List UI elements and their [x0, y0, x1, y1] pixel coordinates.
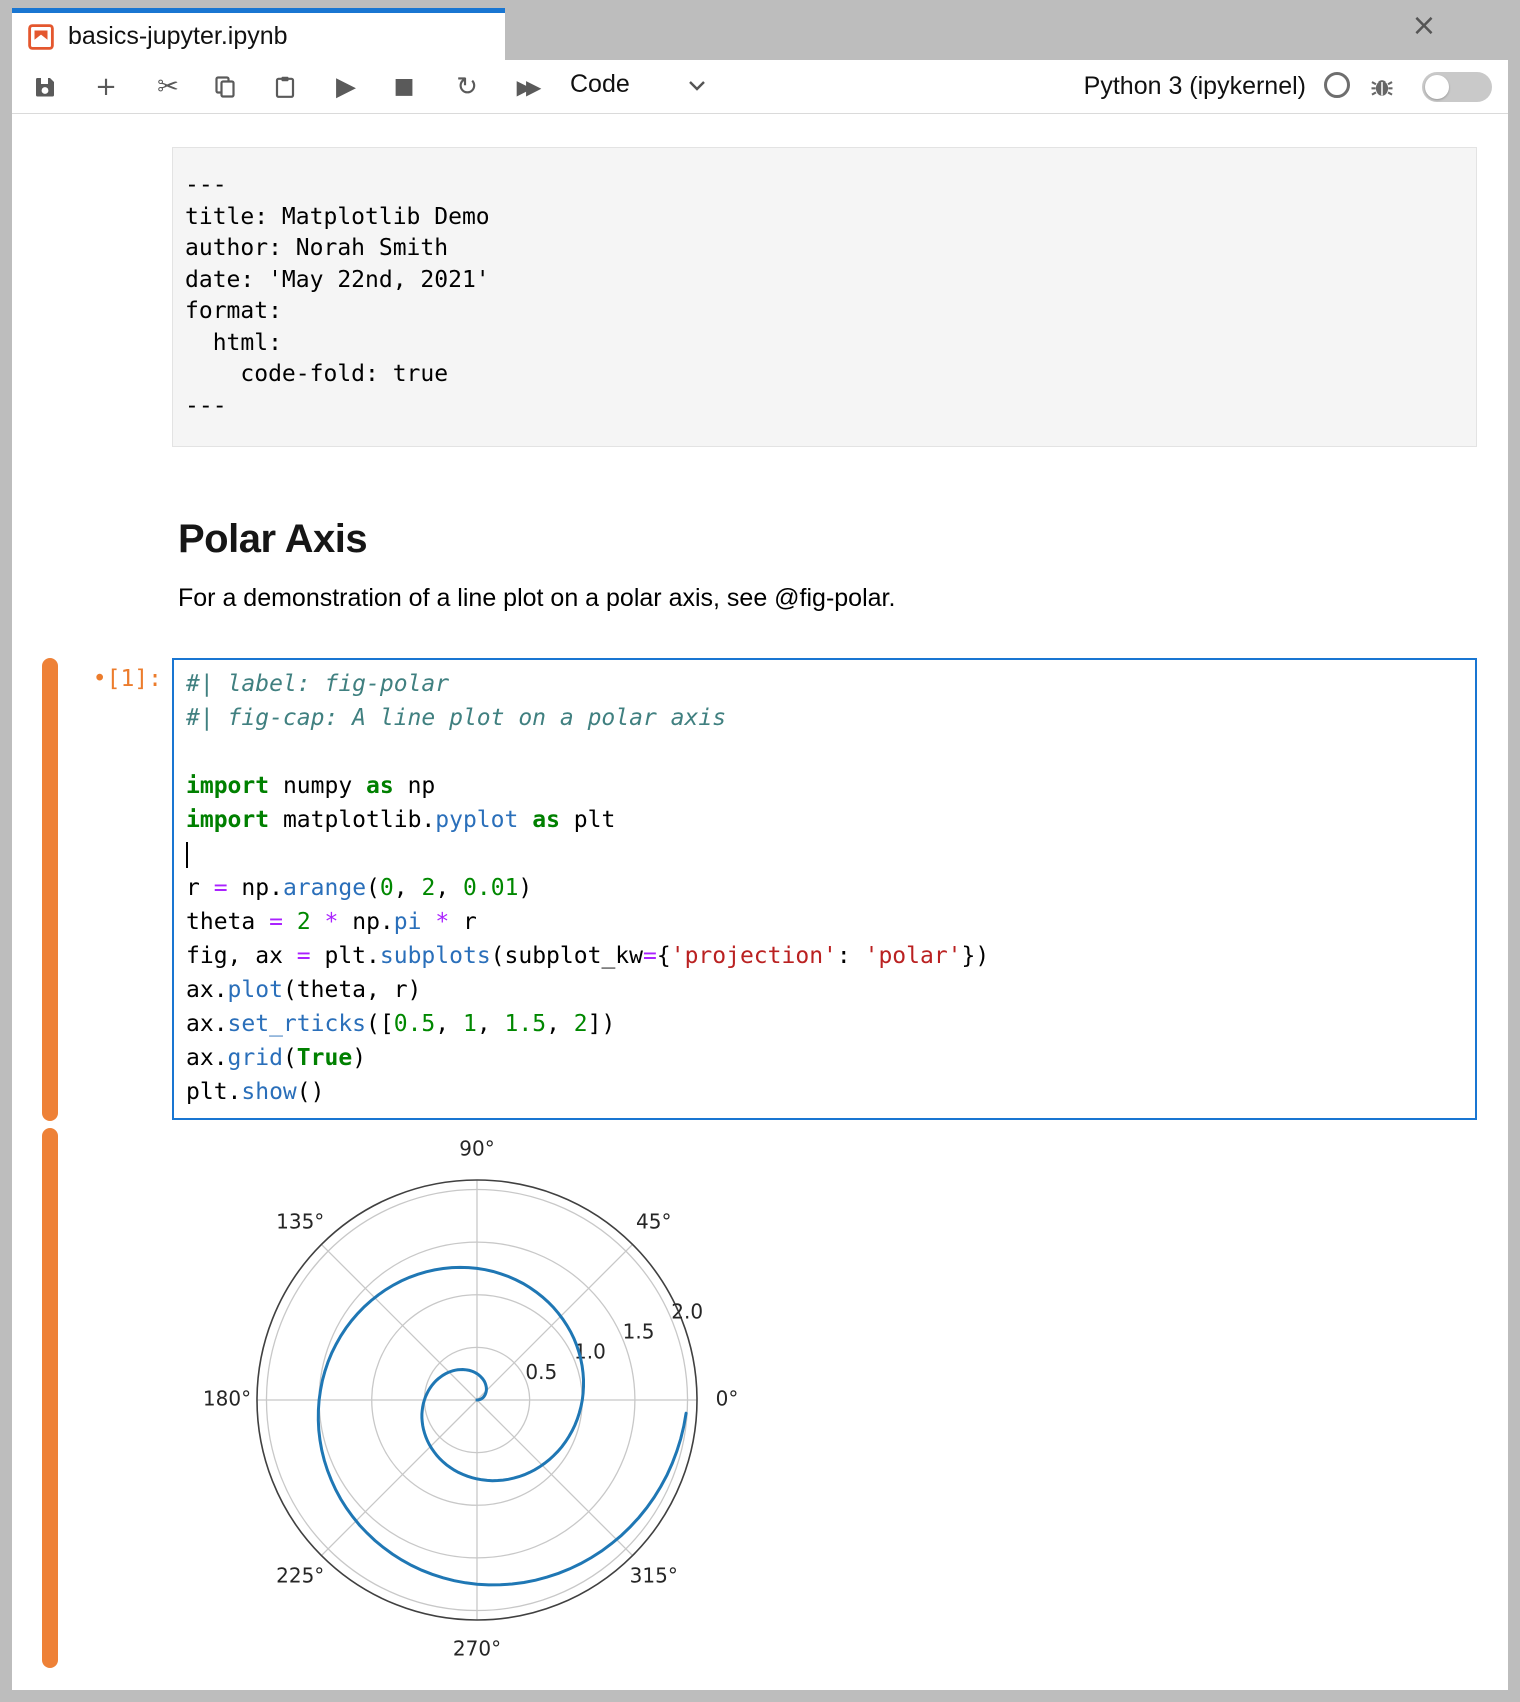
section-heading: Polar Axis — [178, 517, 367, 562]
copy-cell-button[interactable] — [205, 67, 245, 107]
code-line: theta = 2 * np.pi * r — [186, 905, 1475, 939]
stop-icon: ■ — [394, 76, 415, 98]
code-line: r = np.arange(0, 2, 0.01) — [186, 871, 1475, 905]
plus-icon: + — [95, 74, 117, 100]
debugger-bug-icon[interactable] — [1368, 72, 1396, 100]
r-tick-label: 1.5 — [623, 1320, 655, 1344]
code-line: import numpy as np — [186, 769, 1475, 803]
kernel-name[interactable]: Python 3 (ipykernel) — [1084, 72, 1306, 101]
restart-kernel-button[interactable]: ↻ — [447, 67, 487, 107]
interrupt-kernel-button[interactable]: ■ — [384, 67, 424, 107]
spiral-line-series — [318, 1267, 686, 1585]
notebook-file-icon — [28, 24, 54, 50]
output-cell-collapser[interactable] — [42, 1128, 58, 1668]
execution-count-prompt: •[1]: — [52, 666, 162, 692]
r-tick-label: 0.5 — [525, 1360, 557, 1384]
code-line: #| fig-cap: A line plot on a polar axis — [186, 701, 1475, 735]
notebook-panel: + ✂ ▶ ■ ↻ ▶▶ Code — [12, 60, 1508, 1690]
code-line: fig, ax = plt.subplots(subplot_kw={'proj… — [186, 939, 1475, 973]
run-icon: ▶ — [336, 74, 356, 100]
code-line: import matplotlib.pyplot as plt — [186, 803, 1475, 837]
scissors-icon: ✂ — [157, 74, 179, 100]
r-tick-label: 2.0 — [671, 1299, 703, 1323]
code-line — [186, 735, 1475, 769]
theta-tick-label: 0° — [716, 1387, 739, 1411]
theta-tick-label: 315° — [630, 1563, 678, 1587]
tab-title: basics-jupyter.ipynb — [68, 22, 288, 51]
add-cell-button[interactable]: + — [86, 67, 126, 107]
kernel-status-icon[interactable] — [1324, 72, 1350, 98]
save-button[interactable] — [25, 67, 65, 107]
tab-close-icon[interactable]: × — [1406, 8, 1442, 44]
cut-cell-button[interactable]: ✂ — [148, 67, 188, 107]
raw-frontmatter-cell[interactable]: --- title: Matplotlib Demo author: Norah… — [172, 147, 1477, 447]
theta-tick-label: 135° — [276, 1210, 324, 1234]
theta-tick-label: 180° — [203, 1387, 251, 1411]
fast-forward-icon: ▶▶ — [517, 77, 542, 97]
code-line — [186, 837, 1475, 871]
simple-mode-toggle[interactable] — [1422, 72, 1492, 102]
restart-run-all-button[interactable]: ▶▶ — [509, 67, 549, 107]
chevron-down-icon[interactable] — [688, 80, 706, 92]
theta-tick-label: 90° — [459, 1137, 494, 1161]
cell-type-dropdown[interactable]: Code — [570, 70, 630, 99]
paste-cell-button[interactable] — [265, 67, 305, 107]
toggle-knob — [1425, 75, 1449, 99]
code-line: ax.grid(True) — [186, 1041, 1475, 1075]
polar-plot-output: 0°45°90°135°180°225°270°315°0.51.01.52.0 — [180, 1135, 780, 1675]
copy-icon — [213, 75, 237, 99]
clipboard-icon — [273, 75, 297, 99]
code-line: ax.set_rticks([0.5, 1, 1.5, 2]) — [186, 1007, 1475, 1041]
theta-tick-label: 270° — [453, 1637, 501, 1661]
code-line: ax.plot(theta, r) — [186, 973, 1475, 1007]
input-cell-collapser[interactable] — [42, 658, 58, 1121]
code-line: #| label: fig-polar — [186, 667, 1475, 701]
code-editor[interactable]: #| label: fig-polar#| fig-cap: A line pl… — [172, 658, 1477, 1120]
notebook-toolbar: + ✂ ▶ ■ ↻ ▶▶ Code — [12, 60, 1508, 114]
theta-tick-label: 225° — [276, 1563, 324, 1587]
save-icon — [33, 75, 57, 99]
run-cell-button[interactable]: ▶ — [326, 67, 366, 107]
text-cursor — [186, 842, 188, 868]
theta-tick-label: 45° — [636, 1210, 671, 1234]
markdown-paragraph: For a demonstration of a line plot on a … — [178, 584, 895, 613]
notebook-tab[interactable]: basics-jupyter.ipynb — [12, 8, 505, 60]
restart-icon: ↻ — [456, 74, 478, 100]
code-line: plt.show() — [186, 1075, 1475, 1109]
